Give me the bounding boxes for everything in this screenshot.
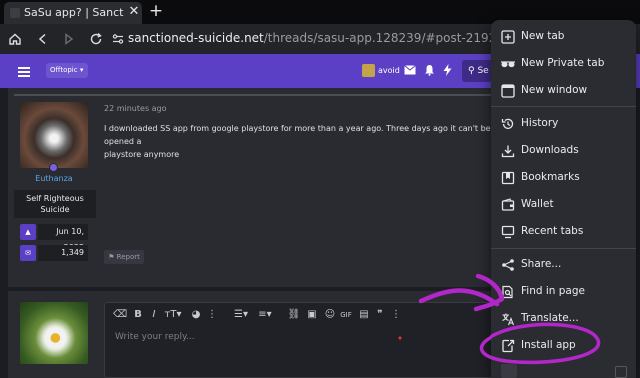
menu-item-label: Recent tabs <box>521 225 584 237</box>
search-icon: ⚲ <box>468 66 475 76</box>
menu-item-label: New window <box>521 84 588 96</box>
forum-select-label: Offtopic <box>50 66 78 74</box>
flag-icon: ⚑ <box>108 253 115 261</box>
caret-down-icon: ▾ <box>79 66 84 74</box>
reply-editor[interactable]: ⌫ B I тT▾ ◕ ⋮ ☰▾ ≡▾ ⛓ ▣ ☺ GIF ▤ ❞ ⋮ Writ… <box>104 302 504 378</box>
menu-item-recent-tabs[interactable]: Recent tabs <box>491 218 636 245</box>
smilie-icon[interactable]: ☺ <box>323 308 337 322</box>
menu-divider <box>491 106 636 107</box>
menu-item-label: Install app <box>521 339 576 351</box>
menu-item-label: Bookmarks <box>521 171 580 183</box>
share-icon <box>499 256 517 274</box>
palette-icon[interactable]: ◕ <box>189 308 203 322</box>
menu-item-translate[interactable]: Translate... <box>491 305 636 332</box>
next-menu-item-icon <box>501 364 517 378</box>
site-settings-icon[interactable] <box>106 24 130 54</box>
lightning-icon[interactable] <box>440 63 454 77</box>
checkbox-icon[interactable] <box>615 366 627 378</box>
home-icon[interactable] <box>3 24 27 54</box>
menu-item-new-private-tab[interactable]: New Private tab <box>491 50 636 77</box>
online-indicator <box>49 163 58 172</box>
post-body: I downloaded SS app from google playstor… <box>104 124 491 159</box>
more-options-icon[interactable]: ⋮ <box>205 308 219 322</box>
menu-divider <box>491 248 636 249</box>
user-joined-icon: ▲ <box>20 224 36 240</box>
divider <box>8 287 508 291</box>
text-size-icon[interactable]: тT▾ <box>163 308 183 322</box>
user-avatar[interactable] <box>362 64 375 77</box>
forum-select[interactable]: Offtopic ▾ <box>46 63 88 78</box>
download-icon <box>499 142 517 160</box>
url-host: sanctioned-suicide.net <box>128 31 264 45</box>
post-author-avatar[interactable] <box>20 102 88 168</box>
menu-item-label: Wallet <box>521 198 554 210</box>
menu-item-wallet[interactable]: Wallet <box>491 191 636 218</box>
menu-item-install-app[interactable]: Install app <box>491 332 636 359</box>
bell-icon[interactable] <box>422 63 436 77</box>
messages-icon: ✉ <box>20 245 36 261</box>
menu-item-new-tab[interactable]: New tab <box>491 23 636 50</box>
editor-toolbar: ⌫ B I тT▾ ◕ ⋮ ☰▾ ≡▾ ⛓ ▣ ☺ GIF ▤ ❞ ⋮ <box>105 303 503 327</box>
eraser-icon[interactable]: ⌫ <box>113 308 127 322</box>
more-options-icon[interactable]: ⋮ <box>389 308 403 322</box>
menu-item-label: Share... <box>521 258 562 270</box>
user-title-badge: Self Righteous Suicide <box>14 190 96 218</box>
search-label: Se <box>477 66 489 76</box>
close-tab-icon[interactable]: ✕ <box>128 4 140 20</box>
reply-user-avatar <box>20 302 88 364</box>
new-tab-icon <box>499 28 517 46</box>
list-icon[interactable]: ☰▾ <box>231 308 251 322</box>
quote-icon[interactable]: ❞ <box>373 308 387 322</box>
menu-item-label: Downloads <box>521 144 579 156</box>
new-window-icon <box>499 82 517 100</box>
menu-item-label: History <box>521 117 559 129</box>
menu-item-bookmarks[interactable]: Bookmarks <box>491 164 636 191</box>
url-field[interactable]: sanctioned-suicide.net/threads/sasu-app.… <box>128 31 519 47</box>
site-favicon-icon <box>10 8 20 18</box>
wallet-icon <box>499 196 517 214</box>
reply-input[interactable]: Write your reply... <box>115 332 195 342</box>
browser-tab[interactable]: SaSu app? | Sanctioned Su ✕ <box>4 2 142 24</box>
menu-item-label: New tab <box>521 30 565 42</box>
report-button[interactable]: ⚑ Report <box>104 250 144 264</box>
history-icon <box>499 115 517 133</box>
reload-icon[interactable] <box>84 24 108 54</box>
bookmark-icon <box>499 169 517 187</box>
new-tab-button[interactable]: + <box>148 2 164 20</box>
translate-icon <box>499 310 517 328</box>
menu-item-label: Find in page <box>521 285 585 297</box>
find-in-page-icon <box>499 283 517 301</box>
menu-item-new-window[interactable]: New window <box>491 77 636 104</box>
menu-item-downloads[interactable]: Downloads <box>491 137 636 164</box>
menu-item-label: New Private tab <box>521 57 605 69</box>
image-icon[interactable]: ▣ <box>305 308 319 322</box>
bold-icon[interactable]: B <box>131 308 145 322</box>
media-icon[interactable]: ▤ <box>357 308 371 322</box>
user-name[interactable]: avoid <box>378 64 400 77</box>
post-timestamp[interactable]: 22 minutes ago <box>104 104 167 113</box>
post-author-name[interactable]: Euthanza <box>14 174 94 188</box>
install-app-icon <box>499 337 517 355</box>
user-joined-date: Jun 10, 2023 <box>38 224 88 252</box>
link-icon[interactable]: ⛓ <box>287 308 301 322</box>
align-icon[interactable]: ≡▾ <box>255 308 275 322</box>
mail-icon[interactable] <box>403 63 417 77</box>
menu-item-history[interactable]: History <box>491 110 636 137</box>
divider <box>14 94 494 96</box>
report-label: Report <box>116 253 140 261</box>
back-icon[interactable] <box>31 24 55 54</box>
menu-item-label: Translate... <box>521 312 579 324</box>
hamburger-menu-icon[interactable] <box>17 64 31 78</box>
gif-icon[interactable]: GIF <box>339 308 353 322</box>
italic-icon[interactable]: I <box>147 308 161 322</box>
forward-icon[interactable] <box>57 24 81 54</box>
recent-tabs-icon <box>499 223 517 241</box>
browser-menu: New tab New Private tab New window Histo… <box>491 20 636 378</box>
menu-item-share[interactable]: Share... <box>491 251 636 278</box>
tab-title: SaSu app? | Sanctioned Su <box>24 6 124 19</box>
message-count: 1,349 <box>38 245 88 261</box>
menu-item-find-in-page[interactable]: Find in page <box>491 278 636 305</box>
private-tab-icon <box>499 55 517 73</box>
url-path: /threads/sasu-app.128239/#post-2192144 <box>263 31 520 45</box>
